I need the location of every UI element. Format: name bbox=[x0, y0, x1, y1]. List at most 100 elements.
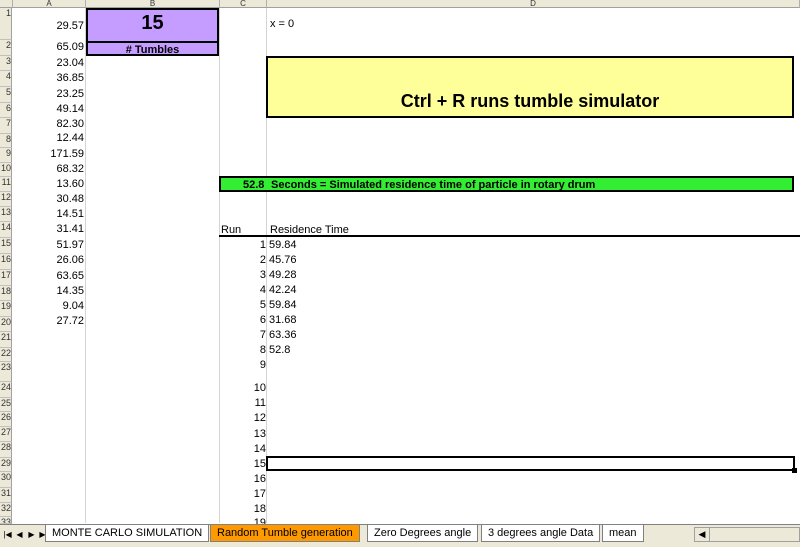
row-header[interactable]: 14 bbox=[0, 222, 12, 238]
run-number[interactable]: 6 bbox=[219, 314, 266, 326]
column-a-cell[interactable]: 30.48 bbox=[14, 193, 84, 205]
row-header[interactable]: 21 bbox=[0, 332, 12, 348]
row-header[interactable]: 12 bbox=[0, 192, 12, 207]
column-a-cell[interactable]: 31.41 bbox=[14, 223, 84, 235]
row-header[interactable]: 33 bbox=[0, 517, 12, 524]
column-a-cell[interactable]: 51.97 bbox=[14, 239, 84, 251]
run-number[interactable]: 7 bbox=[219, 329, 266, 341]
residence-time-value[interactable]: 42.24 bbox=[269, 284, 297, 296]
residence-time-value[interactable]: 49.28 bbox=[269, 269, 297, 281]
tab-mean[interactable]: mean bbox=[602, 525, 644, 542]
column-a-cell[interactable]: 23.04 bbox=[14, 57, 84, 69]
row-header[interactable]: 29 bbox=[0, 458, 12, 472]
tumbles-cell[interactable]: 15 # Tumbles bbox=[86, 8, 219, 56]
row-header[interactable]: 13 bbox=[0, 207, 12, 222]
run-number[interactable]: 9 bbox=[219, 359, 266, 371]
row-header[interactable]: 9 bbox=[0, 148, 12, 163]
row-header[interactable]: 2 bbox=[0, 40, 12, 56]
row-header[interactable]: 1 bbox=[0, 8, 12, 40]
column-a-cell[interactable]: 36.85 bbox=[14, 72, 84, 84]
row-header[interactable]: 28 bbox=[0, 442, 12, 458]
scroll-left-icon[interactable]: ◀ bbox=[695, 528, 710, 541]
row-header[interactable]: 23 bbox=[0, 362, 12, 382]
row-header[interactable]: 25 bbox=[0, 398, 12, 412]
column-a-cell[interactable]: 65.09 bbox=[14, 41, 84, 53]
row-header[interactable]: 8 bbox=[0, 134, 12, 148]
run-number[interactable]: 10 bbox=[219, 382, 266, 394]
corner-header[interactable] bbox=[0, 0, 13, 8]
run-number[interactable]: 5 bbox=[219, 299, 266, 311]
residence-time-value[interactable]: 45.76 bbox=[269, 254, 297, 266]
column-a-cell[interactable]: 14.35 bbox=[14, 285, 84, 297]
column-a-cell[interactable]: 171.59 bbox=[14, 148, 84, 160]
column-header-d[interactable]: D bbox=[267, 0, 800, 8]
run-number[interactable]: 8 bbox=[219, 344, 266, 356]
row-header[interactable]: 19 bbox=[0, 301, 12, 317]
row-header[interactable]: 6 bbox=[0, 103, 12, 118]
row-header[interactable]: 3 bbox=[0, 56, 12, 71]
run-number[interactable]: 2 bbox=[219, 254, 266, 266]
run-number[interactable]: 17 bbox=[219, 488, 266, 500]
column-a-cell[interactable]: 23.25 bbox=[14, 88, 84, 100]
tab-zero-degrees-angle[interactable]: Zero Degrees angle bbox=[367, 525, 479, 542]
row-header[interactable]: 30 bbox=[0, 472, 12, 488]
run-number[interactable]: 13 bbox=[219, 428, 266, 440]
residence-time-value[interactable]: 63.36 bbox=[269, 329, 297, 341]
horizontal-scrollbar[interactable]: ◀ bbox=[694, 527, 800, 542]
row-header[interactable]: 18 bbox=[0, 286, 12, 301]
result-bar[interactable]: 52.8 Seconds = Simulated residence time … bbox=[219, 176, 794, 192]
residence-time-value[interactable]: 59.84 bbox=[269, 239, 297, 251]
row-header[interactable]: 11 bbox=[0, 177, 12, 192]
row-header[interactable]: 32 bbox=[0, 503, 12, 517]
fill-handle[interactable] bbox=[792, 468, 797, 473]
run-number[interactable]: 11 bbox=[219, 397, 266, 409]
residence-time-value[interactable]: 31.68 bbox=[269, 314, 297, 326]
next-sheet-icon[interactable]: ▶ bbox=[26, 528, 37, 542]
tab-random-tumble-generation[interactable]: Random Tumble generation bbox=[210, 525, 360, 542]
column-a-cell[interactable]: 68.32 bbox=[14, 163, 84, 175]
tab-monte-carlo-simulation[interactable]: MONTE CARLO SIMULATION bbox=[45, 525, 210, 542]
row-header[interactable]: 4 bbox=[0, 71, 12, 87]
run-number[interactable]: 4 bbox=[219, 284, 266, 296]
run-number[interactable]: 16 bbox=[219, 473, 266, 485]
run-instruction-banner[interactable]: Ctrl + R runs tumble simulator bbox=[266, 56, 794, 118]
run-number[interactable]: 15 bbox=[219, 458, 266, 470]
row-header[interactable]: 7 bbox=[0, 118, 12, 134]
first-sheet-icon[interactable]: |◀ bbox=[2, 528, 13, 542]
column-header-c[interactable]: C bbox=[220, 0, 267, 8]
row-header[interactable]: 17 bbox=[0, 270, 12, 286]
run-number[interactable]: 14 bbox=[219, 443, 266, 455]
row-header[interactable]: 26 bbox=[0, 412, 12, 427]
column-a-cell[interactable]: 14.51 bbox=[14, 208, 84, 220]
column-a-cell[interactable]: 9.04 bbox=[14, 300, 84, 312]
column-a-cell[interactable]: 82.30 bbox=[14, 118, 84, 130]
run-number[interactable]: 18 bbox=[219, 503, 266, 515]
selected-cell[interactable] bbox=[266, 456, 797, 473]
column-a-cell[interactable]: 12.44 bbox=[14, 132, 84, 144]
column-a-cell[interactable]: 49.14 bbox=[14, 103, 84, 115]
run-number[interactable]: 1 bbox=[219, 239, 266, 251]
row-header[interactable]: 20 bbox=[0, 317, 12, 332]
row-header[interactable]: 10 bbox=[0, 163, 12, 177]
row-header[interactable]: 24 bbox=[0, 382, 12, 398]
row-header[interactable]: 15 bbox=[0, 238, 12, 254]
column-a-cell[interactable]: 13.60 bbox=[14, 178, 84, 190]
column-header-b[interactable]: B bbox=[86, 0, 220, 8]
column-a-cell[interactable]: 63.65 bbox=[14, 270, 84, 282]
tumbles-value[interactable]: 15 bbox=[88, 12, 217, 35]
row-header[interactable]: 16 bbox=[0, 254, 12, 270]
run-number[interactable]: 3 bbox=[219, 269, 266, 281]
prev-sheet-icon[interactable]: ◀ bbox=[14, 528, 25, 542]
run-number[interactable]: 12 bbox=[219, 412, 266, 424]
tab-3-degrees-angle-data[interactable]: 3 degrees angle Data bbox=[481, 525, 601, 542]
row-header[interactable]: 31 bbox=[0, 488, 12, 503]
row-header[interactable]: 27 bbox=[0, 427, 12, 442]
row-header[interactable]: 22 bbox=[0, 348, 12, 362]
column-a-cell[interactable]: 29.57 bbox=[14, 20, 84, 32]
column-a-cell[interactable]: 26.06 bbox=[14, 254, 84, 266]
residence-time-value[interactable]: 59.84 bbox=[269, 299, 297, 311]
column-a-cell[interactable]: 27.72 bbox=[14, 315, 84, 327]
row-header[interactable]: 5 bbox=[0, 87, 12, 103]
residence-time-value[interactable]: 52.8 bbox=[269, 344, 290, 356]
column-header-a[interactable]: A bbox=[13, 0, 86, 8]
